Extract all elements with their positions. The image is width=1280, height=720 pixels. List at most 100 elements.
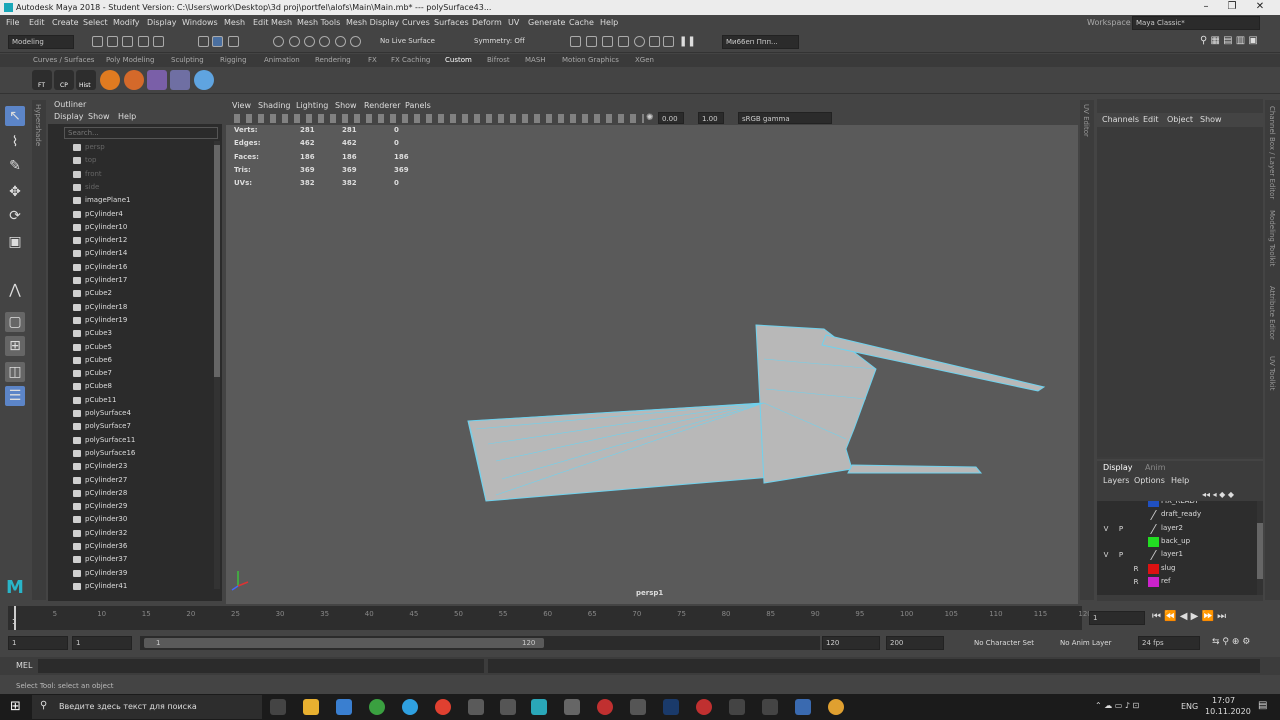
clock-date[interactable]: 10.11.2020 (1205, 707, 1251, 716)
snap-view-plane-icon[interactable] (319, 36, 330, 47)
layer-menu-help[interactable]: Help (1171, 476, 1189, 485)
layer-color-swatch[interactable] (1148, 501, 1159, 507)
outliner-item[interactable]: pCube5 (48, 341, 214, 354)
outliner-item[interactable]: pCylinder17 (48, 274, 214, 287)
outliner-item[interactable]: pCylinder12 (48, 234, 214, 247)
outliner-item[interactable]: pCylinder27 (48, 474, 214, 487)
hypershade-side-tab[interactable]: Hypershade (32, 100, 46, 600)
shelf-tab-fx-caching[interactable]: FX Caching (391, 56, 430, 64)
shelf-tab-xgen[interactable]: XGen (635, 56, 654, 64)
channel-menu-object[interactable]: Object (1167, 115, 1193, 124)
outliner-item[interactable]: pCylinder10 (48, 221, 214, 234)
layer-p-toggle[interactable]: P (1116, 523, 1126, 534)
outliner-search-input[interactable]: Search... (64, 127, 218, 139)
app-icon-3[interactable] (468, 699, 484, 715)
layer-row[interactable]: back_up (1101, 535, 1253, 548)
layer-v-toggle[interactable] (1101, 536, 1111, 547)
single-perspective-layout-icon[interactable]: ▢ (5, 312, 25, 332)
channel-menu-edit[interactable]: Edit (1143, 115, 1159, 124)
layer-p-toggle[interactable] (1116, 510, 1126, 521)
shelf-tab-bifrost[interactable]: Bifrost (487, 56, 510, 64)
shelf-tab-poly-modeling[interactable]: Poly Modeling (106, 56, 154, 64)
menu-generate[interactable]: Generate (528, 18, 565, 27)
menu-deform[interactable]: Deform (472, 18, 502, 27)
outliner-item[interactable]: pCylinder18 (48, 301, 214, 314)
shelf-tab-rigging[interactable]: Rigging (220, 56, 247, 64)
shelf-tab-curves-surfaces[interactable]: Curves / Surfaces (33, 56, 94, 64)
animation-end-field[interactable]: 200 (886, 636, 944, 650)
clock-time[interactable]: 17:07 (1212, 696, 1235, 705)
layer-p-toggle[interactable] (1116, 536, 1126, 547)
outliner-item[interactable]: imagePlane1 (48, 194, 214, 207)
hypershade-icon[interactable] (634, 36, 645, 47)
freeze-transforms-button[interactable]: FT (32, 70, 52, 90)
sidebar-toggle-icons[interactable]: ⚲ ▦ ▤ ▥ ▣ (1200, 35, 1258, 46)
task-view-icon[interactable] (270, 699, 286, 715)
current-time-marker[interactable] (14, 606, 16, 630)
shelf-tab-mash[interactable]: MASH (525, 56, 546, 64)
app-icon-8[interactable] (696, 699, 712, 715)
layer-row[interactable]: Rslug (1101, 562, 1253, 575)
layer-row[interactable]: Rref (1101, 575, 1253, 588)
menu-surfaces[interactable]: Surfaces (434, 18, 469, 27)
menu-cache[interactable]: Cache (569, 18, 594, 27)
chrome-icon[interactable] (435, 699, 451, 715)
outliner-item[interactable]: pCylinder19 (48, 314, 214, 327)
outliner-menu-help[interactable]: Help (118, 112, 136, 121)
render-settings-icon[interactable] (618, 36, 629, 47)
layer-color-swatch[interactable] (1145, 523, 1157, 534)
taskbar-search-box[interactable]: ⚲ Введите здесь текст для поиска (32, 695, 262, 719)
outliner-item[interactable]: pCylinder14 (48, 247, 214, 260)
symmetry-label[interactable]: Symmetry: Off (474, 37, 525, 45)
app-icon-7[interactable] (630, 699, 646, 715)
menu-mesh-tools[interactable]: Mesh Tools (297, 18, 340, 27)
layer-r-toggle[interactable] (1131, 523, 1141, 534)
snap-point-icon[interactable] (304, 36, 315, 47)
layer-color-swatch[interactable] (1148, 536, 1159, 547)
shelf-tab-rendering[interactable]: Rendering (315, 56, 351, 64)
layer-r-toggle[interactable]: R (1131, 563, 1141, 574)
mesh-tool-icon[interactable] (170, 70, 190, 90)
outliner-item[interactable]: pCylinder36 (48, 540, 214, 553)
render-view-icon[interactable] (570, 36, 581, 47)
menu-help[interactable]: Help (600, 18, 618, 27)
language-indicator[interactable]: ENG (1181, 702, 1198, 711)
viewport-panel[interactable]: View Shading Lighting Show Renderer Pane… (226, 99, 1078, 604)
layer-color-swatch[interactable] (1145, 550, 1157, 561)
outliner-item[interactable]: pCylinder29 (48, 500, 214, 513)
layer-p-toggle[interactable]: P (1116, 550, 1126, 561)
range-tool-icons[interactable]: ⇆ ⚲ ⊕ ⚙ (1212, 637, 1250, 647)
menu-file[interactable]: File (6, 18, 19, 27)
delete-history-button[interactable]: Hist (76, 70, 96, 90)
outliner-item[interactable]: pCube6 (48, 354, 214, 367)
time-slider[interactable]: 1510152025303540455055606570758085909510… (0, 606, 1280, 630)
outliner-item[interactable]: pCylinder39 (48, 567, 214, 580)
layer-color-swatch[interactable] (1148, 576, 1159, 587)
outliner-item[interactable]: pCube7 (48, 367, 214, 380)
animation-start-field[interactable]: 1 (8, 636, 68, 650)
menu-set-dropdown[interactable]: Modeling (8, 35, 74, 49)
side-tab-attribute-editor[interactable]: Attribute Editor (1268, 286, 1276, 340)
mel-input[interactable] (38, 659, 484, 673)
menu-select[interactable]: Select (83, 18, 108, 27)
paint-select-icon[interactable]: ✎ (5, 156, 25, 176)
workspace-dropdown[interactable]: Maya Classic* (1132, 16, 1260, 30)
menu-mesh[interactable]: Mesh (224, 18, 245, 27)
layer-v-toggle[interactable] (1101, 501, 1111, 507)
layer-color-swatch[interactable] (1148, 563, 1159, 574)
outliner-item[interactable]: side (48, 181, 214, 194)
app-icon-6[interactable] (597, 699, 613, 715)
outliner-menu-show[interactable]: Show (88, 112, 110, 121)
outliner-item[interactable]: polySurface7 (48, 420, 214, 433)
outliner-item[interactable]: front (48, 168, 214, 181)
outliner-item[interactable]: pCube11 (48, 394, 214, 407)
lasso-tool-icon[interactable]: ⌇ (5, 132, 25, 152)
layer-r-toggle[interactable] (1131, 510, 1141, 521)
soft-select-icon[interactable]: ⋀ (5, 280, 25, 300)
viewport-scene[interactable] (226, 99, 1078, 604)
layer-tab-display[interactable]: Display (1103, 463, 1133, 472)
layer-v-toggle[interactable]: V (1101, 550, 1111, 561)
layer-row[interactable]: FIX_READY (1101, 501, 1253, 508)
character-set-dropdown[interactable]: No Character Set (974, 639, 1034, 647)
pause-icon[interactable]: ❚❚ (679, 36, 696, 47)
